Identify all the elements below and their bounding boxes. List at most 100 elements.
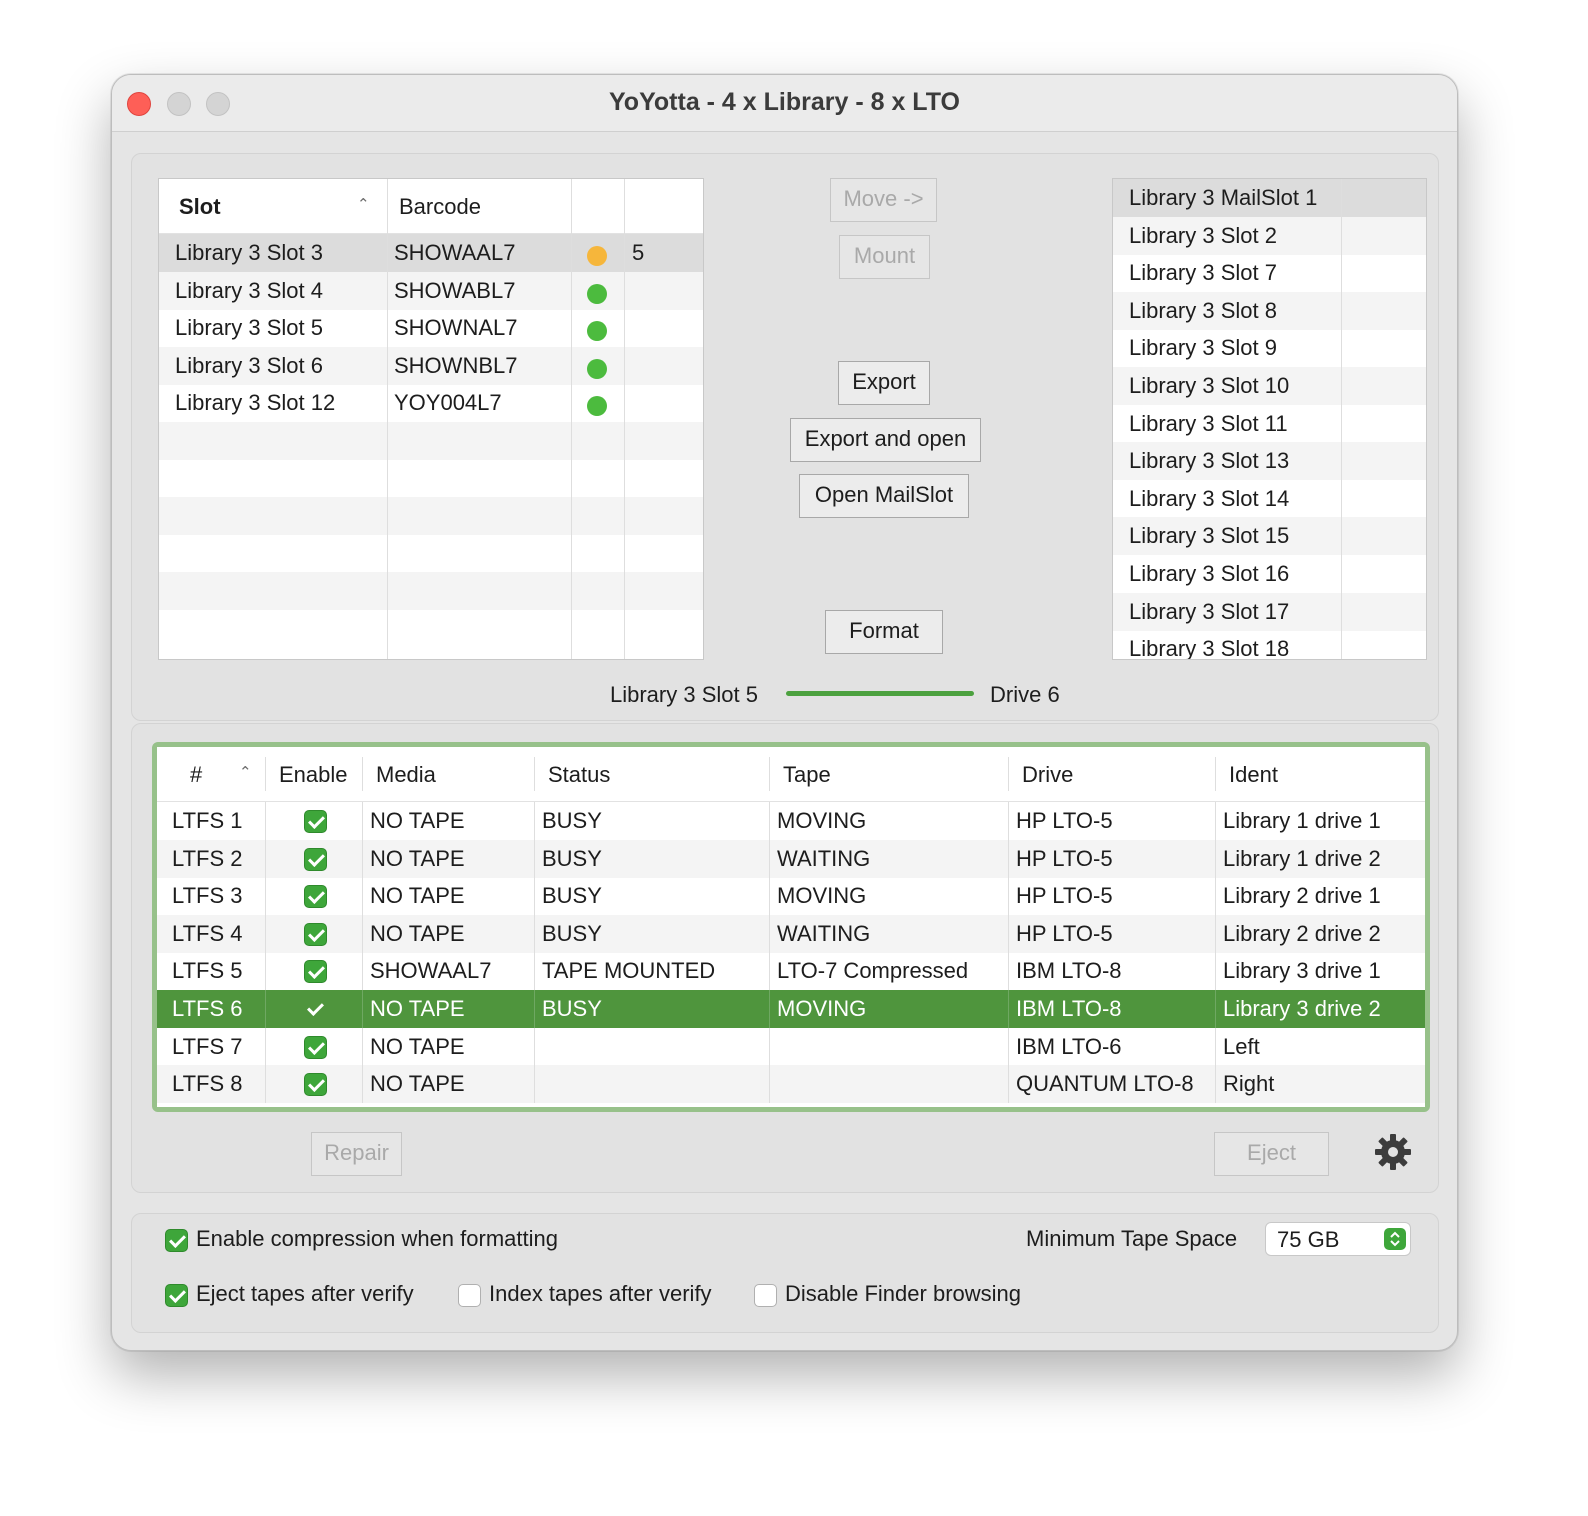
list-item[interactable]: Library 3 Slot 9 <box>1113 329 1426 367</box>
export-and-open-button[interactable]: Export and open <box>790 418 981 462</box>
table-row[interactable]: LTFS 2 NO TAPE BUSY WAITING HP LTO-5 Library … <box>157 839 1425 878</box>
ident-cell: Library 2 drive 1 <box>1223 883 1381 909</box>
drive-id-cell: LTFS 8 <box>172 1071 243 1097</box>
drive-model-cell: HP LTO-5 <box>1016 845 1113 871</box>
enable-checkbox[interactable] <box>304 1073 327 1097</box>
title-bar: YoYotta - 4 x Library - 8 x LTO <box>112 75 1457 132</box>
enable-checkbox[interactable] <box>304 810 327 833</box>
format-button[interactable]: Format <box>825 610 943 654</box>
sort-ascending-icon[interactable]: ⌃ <box>239 763 252 781</box>
disable-finder-checkbox[interactable] <box>754 1284 777 1307</box>
ident-cell: Library 2 drive 2 <box>1223 920 1381 946</box>
export-button[interactable]: Export <box>838 361 930 405</box>
table-row[interactable]: LTFS 8 NO TAPE QUANTUM LTO-8 Right <box>157 1065 1425 1104</box>
table-row[interactable]: LTFS 3 NO TAPE BUSY MOVING HP LTO-5 Library 2… <box>157 877 1425 916</box>
drive-number-cell: 5 <box>632 240 645 265</box>
column-header-number[interactable]: # <box>190 747 202 802</box>
column-header-slot[interactable]: Slot <box>179 179 221 234</box>
eject-button[interactable]: Eject <box>1214 1132 1329 1176</box>
drive-id-cell: LTFS 5 <box>172 958 243 984</box>
gear-icon[interactable] <box>1373 1132 1413 1172</box>
column-header-drive[interactable]: Drive <box>1022 747 1073 802</box>
list-item[interactable]: Library 3 Slot 7 <box>1113 254 1426 292</box>
transfer-source-label: Library 3 Slot 5 <box>610 682 758 707</box>
enable-checkbox[interactable] <box>304 1035 327 1059</box>
drive-id-cell: LTFS 7 <box>172 1033 243 1059</box>
list-item[interactable]: Library 3 Slot 16 <box>1113 555 1426 593</box>
table-row <box>159 572 703 611</box>
media-cell: NO TAPE <box>370 1033 465 1059</box>
drive-model-cell: HP LTO-5 <box>1016 920 1113 946</box>
drive-model-cell: QUANTUM LTO-8 <box>1016 1071 1194 1097</box>
column-header-enable[interactable]: Enable <box>279 747 348 802</box>
barcode-cell: SHOWABL7 <box>394 277 516 303</box>
column-header-tape[interactable]: Tape <box>783 747 831 802</box>
table-row[interactable]: LTFS 7 NO TAPE IBM LTO-6 Left <box>157 1027 1425 1066</box>
destination-label: Library 3 Slot 2 <box>1129 222 1277 248</box>
list-item[interactable]: Library 3 Slot 8 <box>1113 291 1426 330</box>
chevron-updown-icon <box>1384 1228 1406 1250</box>
destination-label: Library 3 Slot 18 <box>1129 636 1290 660</box>
move-button[interactable]: Move -> <box>830 178 937 222</box>
drives-table[interactable]: # ⌃ Enable Media Status Tape Drive Ident… <box>157 747 1425 1107</box>
enable-checkbox[interactable] <box>304 998 327 1021</box>
list-item[interactable]: Library 3 Slot 18 <box>1113 630 1426 660</box>
column-header-ident[interactable]: Ident <box>1229 747 1278 802</box>
status-cell: BUSY <box>542 808 602 833</box>
status-dot <box>587 283 607 304</box>
table-row[interactable]: Library 3 Slot 12 YOY004L7 <box>159 384 703 422</box>
media-cell: NO TAPE <box>370 996 465 1021</box>
media-cell: NO TAPE <box>370 808 465 833</box>
table-row[interactable]: Library 3 Slot 5 SHOWNAL7 <box>159 309 703 347</box>
media-cell: NO TAPE <box>370 845 465 871</box>
destination-label: Library 3 Slot 17 <box>1129 598 1290 624</box>
enable-checkbox[interactable] <box>304 885 327 909</box>
sort-ascending-icon[interactable]: ⌃ <box>357 195 370 213</box>
slots-table[interactable]: Slot ⌃ Barcode Library 3 Slot 3 SHOWAAL7 5… <box>158 178 704 660</box>
transfer-progress-line <box>786 691 974 696</box>
list-item[interactable]: Library 3 Slot 10 <box>1113 367 1426 405</box>
table-row[interactable]: LTFS 4 NO TAPE BUSY WAITING HP LTO-5 Library … <box>157 914 1425 953</box>
list-item[interactable]: Library 3 MailSlot 1 <box>1113 179 1426 217</box>
destination-label: Library 3 Slot 7 <box>1129 260 1277 286</box>
status-cell: BUSY <box>542 883 602 909</box>
destination-list[interactable]: Library 3 MailSlot 1 Library 3 Slot 2 Libr… <box>1112 178 1427 660</box>
enable-checkbox[interactable] <box>304 922 327 946</box>
table-row <box>159 535 703 573</box>
list-item[interactable]: Library 3 Slot 2 <box>1113 216 1426 255</box>
eject-after-verify-label: Eject tapes after verify <box>196 1281 414 1306</box>
list-item[interactable]: Library 3 Slot 17 <box>1113 592 1426 631</box>
media-cell: NO TAPE <box>370 883 465 909</box>
column-header-status[interactable]: Status <box>548 747 610 802</box>
index-after-verify-checkbox[interactable] <box>458 1284 481 1307</box>
repair-button[interactable]: Repair <box>311 1132 402 1176</box>
slot-cell: Library 3 Slot 4 <box>175 277 323 303</box>
open-mailslot-button[interactable]: Open MailSlot <box>799 474 969 518</box>
list-item[interactable]: Library 3 Slot 15 <box>1113 517 1426 556</box>
list-item[interactable]: Library 3 Slot 13 <box>1113 442 1426 481</box>
ident-cell: Right <box>1223 1071 1275 1097</box>
media-cell: SHOWAAL7 <box>370 958 492 984</box>
mount-button[interactable]: Mount <box>839 235 930 279</box>
slot-cell: Library 3 Slot 6 <box>175 352 323 378</box>
eject-after-verify-checkbox[interactable] <box>165 1284 188 1307</box>
table-row[interactable]: Library 3 Slot 6 SHOWNBL7 <box>159 346 703 385</box>
window-title: YoYotta - 4 x Library - 8 x LTO <box>608 88 960 116</box>
table-row[interactable]: Library 3 Slot 3 SHOWAAL7 5 <box>159 234 703 272</box>
enable-checkbox[interactable] <box>304 847 327 871</box>
min-tape-space-select[interactable]: 75 GB <box>1265 1222 1411 1256</box>
table-row[interactable]: LTFS 1 NO TAPE BUSY MOVING HP LTO-5 Library 1… <box>157 802 1425 840</box>
ident-cell: Library 1 drive 1 <box>1223 808 1381 833</box>
table-row[interactable]: LTFS 5 SHOWAAL7 TAPE MOUNTED LTO-7 Compress… <box>157 952 1425 991</box>
column-header-media[interactable]: Media <box>376 747 436 802</box>
list-item[interactable]: Library 3 Slot 11 <box>1113 405 1426 443</box>
table-row[interactable]: LTFS 6 NO TAPE BUSY MOVING IBM LTO-8 Library … <box>157 990 1425 1028</box>
table-row[interactable]: Library 3 Slot 4 SHOWABL7 <box>159 271 703 310</box>
list-item[interactable]: Library 3 Slot 14 <box>1113 480 1426 518</box>
enable-compression-checkbox[interactable] <box>165 1229 188 1252</box>
drive-id-cell: LTFS 6 <box>172 996 243 1021</box>
slots-table-header: Slot ⌃ Barcode <box>159 179 703 234</box>
table-row <box>159 422 703 460</box>
column-header-barcode[interactable]: Barcode <box>399 179 481 234</box>
enable-checkbox[interactable] <box>304 960 327 984</box>
